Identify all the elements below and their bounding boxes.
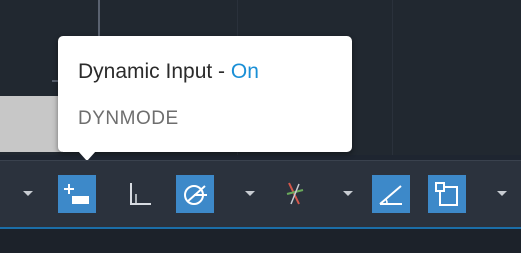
status-bar <box>0 160 521 227</box>
ortho-mode-button[interactable] <box>120 175 158 213</box>
polar-tracking-icon <box>181 180 209 208</box>
drawing-line <box>98 0 100 38</box>
dynamic-input-icon <box>63 180 91 208</box>
selection-cycling-icon <box>433 180 461 208</box>
dynamic-ucs-button[interactable] <box>372 175 410 213</box>
drawing-block <box>0 96 62 152</box>
object-snap-tracking-button[interactable] <box>276 175 314 213</box>
tooltip-title: Dynamic Input - On <box>78 60 259 84</box>
selection-cycling-button[interactable] <box>428 175 466 213</box>
chevron-down-icon[interactable] <box>340 175 356 213</box>
ortho-icon <box>125 180 153 208</box>
dynamic-ucs-icon <box>377 180 405 208</box>
tooltip-title-text: Dynamic Input - <box>78 60 231 83</box>
dynamic-input-button[interactable] <box>58 175 96 213</box>
object-snap-tracking-icon <box>281 180 309 208</box>
polar-tracking-button[interactable] <box>176 175 214 213</box>
tooltip: Dynamic Input - On DYNMODE <box>58 36 352 161</box>
chevron-down-icon[interactable] <box>242 175 258 213</box>
tooltip-command: DYNMODE <box>78 108 179 129</box>
bottom-strip <box>0 227 521 253</box>
tooltip-status: On <box>230 60 259 83</box>
chevron-down-icon[interactable] <box>494 175 510 213</box>
chevron-down-icon[interactable] <box>20 175 36 213</box>
